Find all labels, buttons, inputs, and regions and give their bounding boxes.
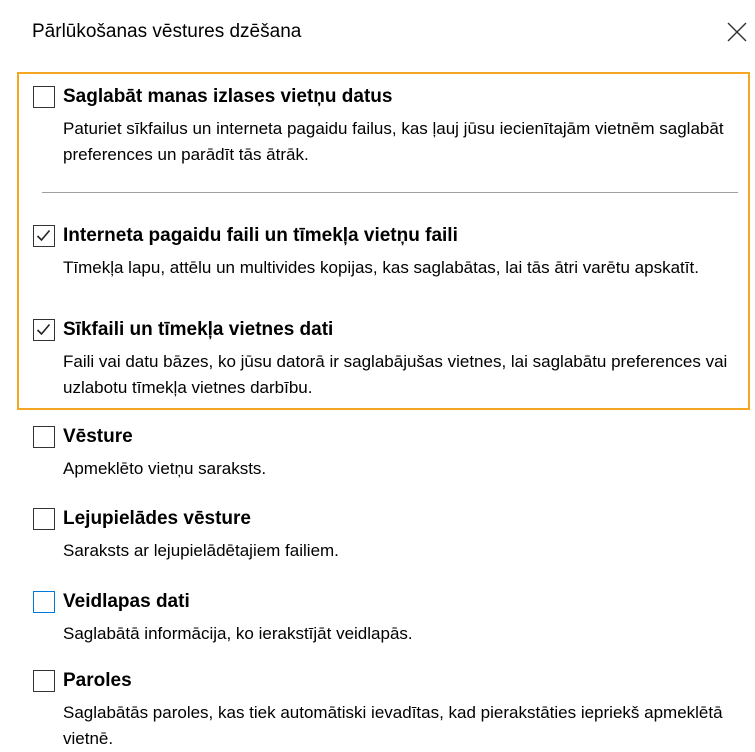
preserve-favorites-checkbox[interactable]	[33, 86, 55, 108]
passwords-description: Saglabātās paroles, kas tiek automātiski…	[63, 703, 723, 748]
cookies-checkbox[interactable]	[33, 319, 55, 341]
option-temporary-files: Interneta pagaidu faili un tīmekļa vietņ…	[33, 223, 748, 281]
form-data-label[interactable]: Veidlapas dati	[63, 591, 190, 613]
option-passwords: Paroles Saglabātās paroles, kas tiek aut…	[33, 668, 748, 752]
close-button[interactable]	[722, 14, 752, 50]
option-form-data: Veidlapas dati Saglabātā informācija, ko…	[33, 589, 748, 647]
history-description: Apmeklēto vietņu saraksts.	[63, 459, 267, 478]
download-history-checkbox[interactable]	[33, 508, 55, 530]
option-history: Vēsture Apmeklēto vietņu saraksts.	[33, 424, 748, 482]
option-download-history: Lejupielādes vēsture Saraksts ar lejupie…	[33, 506, 748, 564]
passwords-checkbox[interactable]	[33, 670, 55, 692]
delete-browsing-history-dialog: Pārlūkošanas vēstures dzēšana Saglabāt m…	[0, 0, 755, 749]
passwords-label[interactable]: Paroles	[63, 670, 132, 692]
checkmark-icon	[36, 323, 51, 336]
preserve-favorites-label[interactable]: Saglabāt manas izlases vietņu datus	[63, 86, 392, 108]
download-history-label[interactable]: Lejupielādes vēsture	[63, 508, 251, 530]
form-data-checkbox[interactable]	[33, 591, 55, 613]
dialog-title: Pārlūkošanas vēstures dzēšana	[32, 21, 302, 42]
options-divider	[42, 192, 738, 193]
checkmark-icon	[36, 229, 51, 242]
temporary-files-checkbox[interactable]	[33, 225, 55, 247]
cookies-description: Faili vai datu bāzes, ko jūsu datorā ir …	[63, 352, 728, 397]
cookies-label[interactable]: Sīkfaili un tīmekļa vietnes dati	[63, 319, 333, 341]
history-checkbox[interactable]	[33, 426, 55, 448]
form-data-description: Saglabātā informācija, ko ierakstījāt ve…	[63, 624, 413, 643]
option-preserve-favorites: Saglabāt manas izlases vietņu datus Patu…	[33, 84, 748, 168]
download-history-description: Saraksts ar lejupielādētajiem failiem.	[63, 541, 339, 560]
preserve-favorites-description: Paturiet sīkfailus un interneta pagaidu …	[63, 119, 724, 164]
close-x-icon	[727, 22, 747, 42]
option-cookies: Sīkfaili un tīmekļa vietnes dati Faili v…	[33, 317, 748, 401]
history-label[interactable]: Vēsture	[63, 426, 133, 448]
temporary-files-description: Tīmekļa lapu, attēlu un multivides kopij…	[63, 258, 699, 277]
temporary-files-label[interactable]: Interneta pagaidu faili un tīmekļa vietņ…	[63, 225, 458, 247]
